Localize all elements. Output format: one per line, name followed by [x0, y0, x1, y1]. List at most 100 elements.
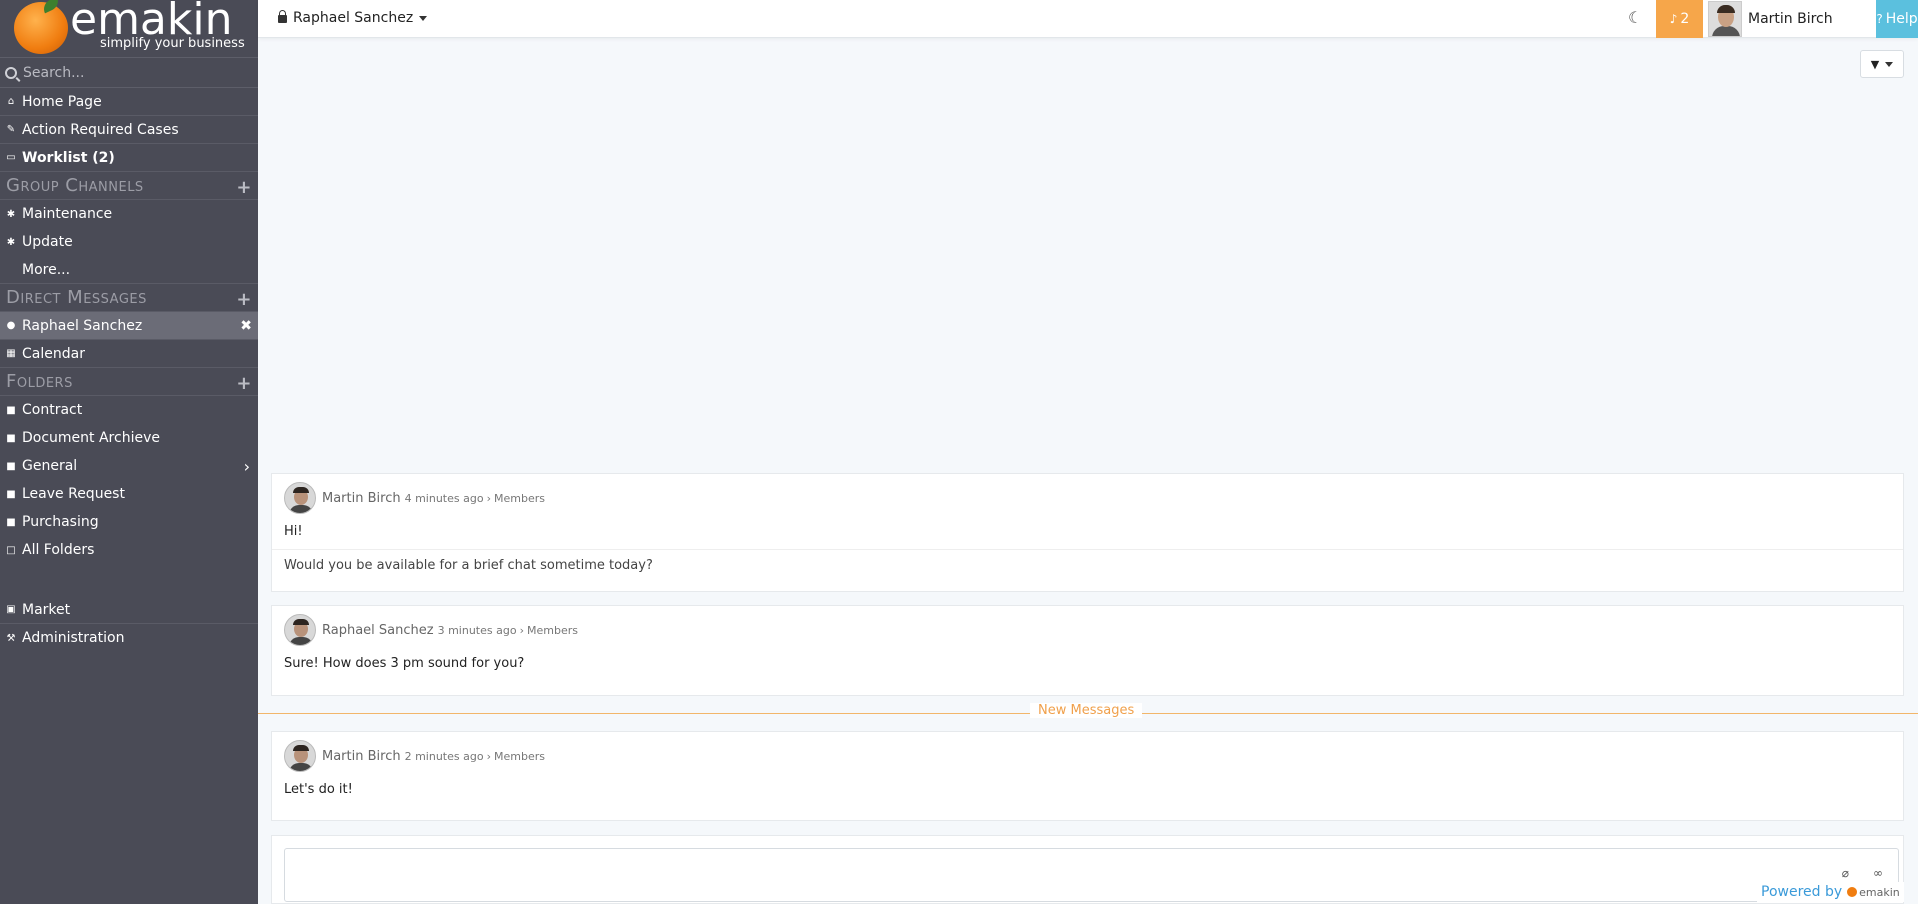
message-header: Martin Birch 4 minutes ago › Members: [272, 474, 1903, 514]
caret-down-icon: [1885, 61, 1894, 67]
search-placeholder: Search...: [23, 64, 85, 81]
nav-action-required-label: Action Required Cases: [22, 121, 179, 138]
close-icon[interactable]: ✖: [240, 318, 252, 334]
powered-by-label: Powered by: [1761, 884, 1843, 900]
message-time: 2 minutes ago: [404, 749, 484, 763]
message-input[interactable]: [284, 848, 1899, 902]
orange-logo-icon: [14, 2, 68, 54]
message-text: Let's do it!: [284, 782, 353, 797]
search-icon: [5, 66, 17, 79]
folder-label: Contract: [22, 402, 83, 418]
attachment-icon[interactable]: ⌀: [1842, 866, 1849, 880]
nav-home-label: Home Page: [22, 93, 102, 110]
message-text: Hi!: [284, 524, 303, 539]
nav-administration-label: Administration: [22, 630, 125, 646]
pen-icon: ✎: [6, 124, 16, 135]
message-card: Raphael Sanchez 3 minutes ago › Members …: [271, 605, 1904, 696]
folder-icon: ■: [6, 460, 16, 472]
folder-icon: ■: [6, 404, 16, 416]
channel-title-dropdown[interactable]: Raphael Sanchez: [278, 10, 428, 26]
lock-icon: [278, 10, 287, 23]
link-icon[interactable]: ∞: [1873, 866, 1883, 880]
home-icon: ⌂: [7, 96, 15, 107]
nav-market[interactable]: ▣ Market: [0, 596, 258, 624]
folder-all[interactable]: □ All Folders: [0, 536, 258, 564]
avatar[interactable]: [284, 740, 316, 772]
dm-raphael-sanchez[interactable]: ● Raphael Sanchez ✖: [0, 312, 258, 340]
notifications-button[interactable]: ♪ 2: [1656, 0, 1703, 38]
channel-update[interactable]: ✱ Update: [0, 228, 258, 256]
cog-icon: ✱: [6, 208, 16, 220]
channel-label: Maintenance: [22, 206, 113, 222]
nav-worklist[interactable]: ▭ Worklist (2): [0, 144, 258, 172]
calendar-icon: ▦: [6, 348, 16, 359]
message-author[interactable]: Raphael Sanchez: [322, 623, 434, 638]
message-audience[interactable]: Members: [494, 492, 545, 505]
help-button[interactable]: ? Help: [1876, 0, 1918, 38]
nav-calendar-label: Calendar: [22, 345, 85, 362]
cart-icon: ▣: [6, 604, 16, 615]
folder-icon: ■: [6, 488, 16, 500]
avatar: [1708, 1, 1742, 37]
section-folders: Folders +: [0, 368, 258, 396]
folder-label: Purchasing: [22, 514, 99, 530]
question-icon: ?: [1876, 12, 1883, 26]
channel-maintenance[interactable]: ✱ Maintenance: [0, 200, 258, 228]
channel-label: More...: [22, 261, 71, 278]
folder-leave-request[interactable]: ■ Leave Request: [0, 480, 258, 508]
channel-title-text: Raphael Sanchez: [293, 10, 414, 26]
folder-outline-icon: □: [6, 544, 16, 556]
bell-icon: ♪: [1669, 12, 1678, 26]
brand-tagline: simplify your business: [100, 36, 245, 51]
chevron-right-icon: ›: [486, 491, 491, 505]
channel-label: Update: [22, 234, 73, 250]
add-folder-icon[interactable]: +: [236, 373, 252, 394]
user-menu[interactable]: Martin Birch: [1708, 0, 1833, 38]
message-audience[interactable]: Members: [494, 750, 545, 763]
folder-general[interactable]: ■ General ›: [0, 452, 258, 480]
message-time: 3 minutes ago: [437, 623, 517, 637]
message-time: 4 minutes ago: [404, 491, 484, 505]
message-composer: ⌀ ∞: [271, 835, 1904, 904]
search-input[interactable]: Search...: [0, 58, 258, 88]
nav-calendar[interactable]: ▦ Calendar: [0, 340, 258, 368]
message-header: Martin Birch 2 minutes ago › Members: [272, 732, 1903, 772]
chevron-right-icon: ›: [486, 749, 491, 763]
inbox-icon: ▭: [6, 152, 16, 163]
chevron-right-icon[interactable]: ›: [244, 457, 250, 476]
filter-icon: ▼: [1870, 57, 1880, 71]
brand-logo[interactable]: emakin simplify your business: [0, 0, 258, 58]
user-icon: ●: [6, 320, 16, 331]
section-folders-title: Folders: [6, 371, 73, 392]
powered-by[interactable]: Powered by emakin: [1757, 882, 1904, 902]
section-group-channels-title: Group Channels: [6, 175, 144, 196]
folder-icon: ■: [6, 516, 16, 528]
filter-button[interactable]: ▼: [1860, 50, 1904, 78]
nav-home[interactable]: ⌂ Home Page: [0, 88, 258, 116]
nav-worklist-label: Worklist (2): [22, 149, 115, 166]
dm-label: Raphael Sanchez: [22, 317, 143, 334]
message-author[interactable]: Martin Birch: [322, 749, 401, 764]
message-text: Sure! How does 3 pm sound for you?: [284, 656, 525, 671]
channel-more[interactable]: More...: [0, 256, 258, 284]
message-audience[interactable]: Members: [527, 624, 578, 637]
folder-purchasing[interactable]: ■ Purchasing: [0, 508, 258, 536]
new-messages-label: New Messages: [1030, 703, 1143, 718]
orange-logo-icon: [1847, 887, 1858, 897]
chevron-right-icon: ›: [519, 623, 524, 637]
folder-document-archieve[interactable]: ■ Document Archieve: [0, 424, 258, 452]
add-direct-message-icon[interactable]: +: [236, 289, 252, 310]
folder-label: General: [22, 458, 78, 474]
avatar[interactable]: [284, 482, 316, 514]
nav-market-label: Market: [22, 601, 71, 618]
nav-administration[interactable]: ⚒ Administration: [0, 624, 258, 652]
section-direct-messages: Direct Messages +: [0, 284, 258, 312]
section-group-channels: Group Channels +: [0, 172, 258, 200]
nav-action-required[interactable]: ✎ Action Required Cases: [0, 116, 258, 144]
moon-icon[interactable]: ☾: [1628, 8, 1642, 27]
message-author[interactable]: Martin Birch: [322, 491, 401, 506]
folder-contract[interactable]: ■ Contract: [0, 396, 258, 424]
cog-icon: ✱: [6, 236, 16, 248]
avatar[interactable]: [284, 614, 316, 646]
add-group-channel-icon[interactable]: +: [236, 177, 252, 198]
